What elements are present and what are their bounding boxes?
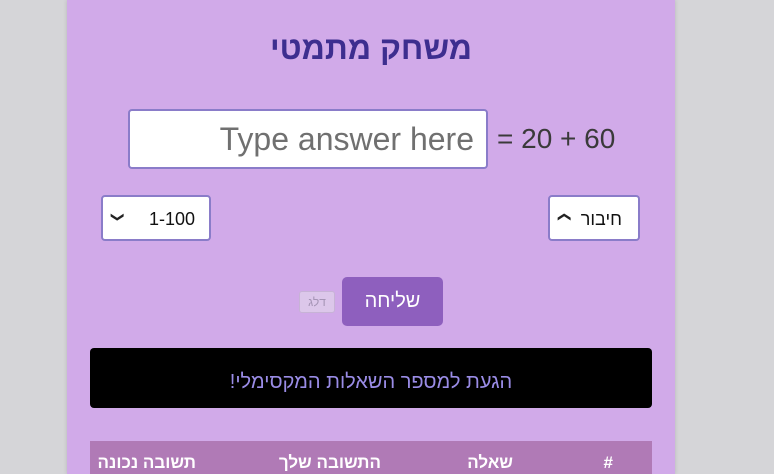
skip-button[interactable]: דלג: [299, 291, 335, 313]
send-button[interactable]: שליחה: [342, 277, 443, 326]
page-title: משחק מתמטי: [269, 30, 472, 66]
status-message: הגעת למספר השאלות המקסימלי!: [90, 348, 652, 408]
equation-text: = 20 + 60: [497, 123, 616, 154]
operation-select-value: חיבור: [580, 209, 622, 229]
table-header-question: שאלה: [467, 453, 513, 472]
answer-input[interactable]: [128, 109, 488, 169]
chevron-down-icon: ❮: [555, 211, 571, 223]
game-panel: משחק מתמטי = 20 + 60 ❮ 1-100 חיבור ❮ דלג…: [67, 0, 675, 474]
range-select[interactable]: ❮ 1-100: [101, 195, 211, 241]
chevron-down-icon: ❮: [108, 211, 124, 223]
table-header-your-answer: התשובה שלך: [278, 453, 381, 472]
status-message-text: הגעת למספר השאלות המקסימלי!: [229, 371, 513, 393]
range-select-value: 1-100: [149, 209, 196, 229]
results-table-header: # שאלה התשובה שלך תשובה נכונה: [90, 441, 652, 474]
table-header-index: #: [603, 453, 613, 472]
table-header-correct-answer: תשובה נכונה: [97, 453, 196, 472]
operation-select[interactable]: חיבור ❮: [548, 195, 640, 241]
